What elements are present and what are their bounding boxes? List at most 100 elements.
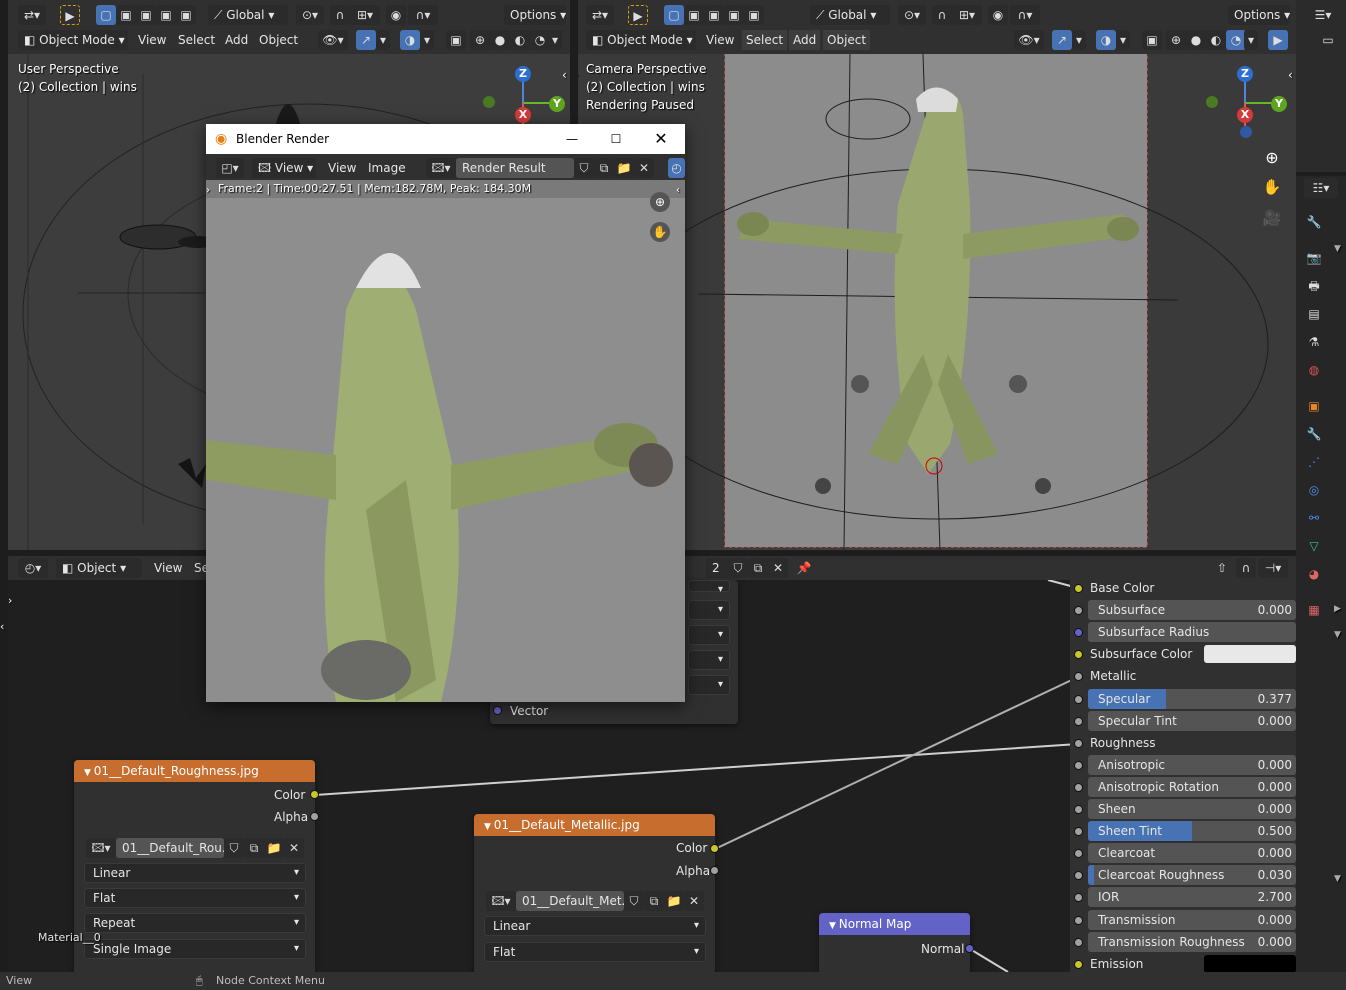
render-fake-user-icon[interactable]: ⛉ [574,158,594,178]
metallic-alpha-socket[interactable] [710,866,719,875]
metallic-unlink-icon[interactable]: ✕ [684,891,704,911]
partial-node-dropdown-3[interactable]: ▾ [688,650,730,670]
image-menu-view[interactable]: View [324,158,360,178]
bsdf-socket-0[interactable] [1074,584,1083,593]
select-mode-new-icon-right[interactable]: ▢ [664,5,684,25]
select-mode-intersect-icon[interactable]: ▣ [176,5,196,25]
pan-hand-icon[interactable]: ✋ [1262,177,1282,197]
snap-icon-right[interactable]: ∩ [932,5,952,25]
bsdf-socket-14[interactable] [1074,893,1083,902]
proportional-edit-icon-right[interactable]: ◉ [988,5,1008,25]
snap-icon[interactable]: ∩ [330,5,350,25]
image-menu-image[interactable]: Image [364,158,410,178]
render-new-image-icon[interactable]: ⧉ [594,158,614,178]
overlay-dropdown-icon-right[interactable]: ▾ [1116,30,1130,50]
bsdf-field-transmission[interactable]: Transmission 0.000 [1088,910,1296,930]
node-toolbar-toggle-icon[interactable]: › [8,592,12,610]
bsdf-field-clearcoat[interactable]: Clearcoat 0.000 [1088,843,1296,863]
metallic-duplicate-icon[interactable]: ⧉ [644,891,664,911]
solid-shading-icon-right[interactable]: ● [1186,30,1206,50]
transform-orientation-dropdown[interactable]: ⟋ Global ▾ [208,5,288,25]
gizmo-dropdown-icon[interactable]: ▾ [376,30,390,50]
bsdf-socket-8[interactable] [1074,761,1083,770]
pivot-point-icon[interactable]: ⊙▾ [296,5,324,25]
render-unlink-icon[interactable]: ✕ [634,158,654,178]
rendered-shading-icon[interactable]: ◔ [530,30,550,50]
roughness-node-header[interactable]: ▼ 01__Default_Roughness.jpg [74,760,315,782]
editor-type-icon-right[interactable]: ⇄▾ [586,5,614,25]
pin-icon[interactable]: 📌 [794,558,814,578]
metallic-color-socket[interactable] [710,844,719,853]
bsdf-socket-7[interactable] [1074,739,1083,748]
bsdf-socket-10[interactable] [1074,805,1083,814]
metallic-fake-user-icon[interactable]: ⛉ [624,891,644,911]
bsdf-socket-16[interactable] [1074,938,1083,947]
gizmo-toggle-icon[interactable]: ↗ [356,30,376,50]
bsdf-field-anisotropic-rotation[interactable]: Anisotropic Rotation 0.000 [1088,777,1296,797]
node-left-toggle-icon[interactable]: ‹ [0,618,4,636]
snapping-icon[interactable]: ∩ [1236,558,1256,578]
bsdf-socket-11[interactable] [1074,827,1083,836]
axis-neg-z-icon-right[interactable] [1240,126,1252,138]
select-mode-extend-icon[interactable]: ▣ [116,5,136,25]
visibility-icon[interactable]: 👁▾ [318,30,348,50]
axis-z-icon-right[interactable]: Z [1237,66,1253,82]
bsdf-socket-2[interactable] [1074,628,1083,637]
options-dropdown-right[interactable]: Options ▾ [1228,5,1290,25]
properties-editor-icon[interactable]: ☷▾ [1304,178,1338,198]
normal-out-socket[interactable] [965,944,974,953]
render-window[interactable]: ◉ Blender Render — ☐ ✕ ◰▾ 🖾 View ▾ View … [206,124,685,702]
roughness-unlink-icon[interactable]: ✕ [284,838,304,858]
roughness-image-browse-icon[interactable]: 🖾▾ [86,838,116,858]
minimize-icon[interactable]: — [562,124,582,154]
roughness-fake-user-icon[interactable]: ⛉ [224,838,244,858]
select-tool-icon[interactable]: ▶ [60,5,80,25]
overlay-dropdown-icon[interactable]: ▾ [420,30,434,50]
bsdf-field-subsurface[interactable]: Subsurface 0.000 [1088,600,1296,620]
camera-view-icon[interactable]: 🎥 [1262,208,1282,228]
view-layer-icon[interactable]: ▤ [1304,304,1324,324]
shading-dropdown-icon-right[interactable]: ▾ [1244,30,1258,50]
bsdf-field-anisotropic[interactable]: Anisotropic 0.000 [1088,755,1296,775]
material-shading-icon-right[interactable]: ◐ [1206,30,1226,50]
editor-type-icon[interactable]: ⇄▾ [18,5,46,25]
bsdf-row-17[interactable]: Emission [1088,954,1296,974]
axis-neg-y-icon-right[interactable] [1206,96,1218,108]
metallic-image-browse-icon[interactable]: 🖾▾ [486,891,516,911]
render-slot-icon[interactable]: ◴ [668,158,685,178]
bsdf-field-clearcoat-roughness[interactable]: Clearcoat Roughness 0.030 [1088,865,1296,885]
bsdf-socket-9[interactable] [1074,783,1083,792]
bsdf-field-transmission-roughness[interactable]: Transmission Roughness 0.000 [1088,932,1296,952]
bsdf-socket-4[interactable] [1074,672,1083,681]
shader-type-dropdown[interactable]: ◧ Object ▾ [56,558,142,578]
node-collapse-icon-3[interactable]: ▼ [829,921,839,931]
bsdf-row-14[interactable]: IOR 2.700 [1088,887,1296,907]
partial-node-dropdown-2[interactable]: ▾ [688,625,730,645]
constraints-icon[interactable]: ⚯ [1304,508,1324,528]
particles-icon[interactable]: ⋰ [1304,452,1324,472]
right-sidebar-toggle-icon[interactable]: ‹ [1288,66,1293,84]
maximize-icon[interactable]: ☐ [606,124,626,154]
snap-element-icon[interactable]: ⊣▾ [1258,558,1288,578]
partial-node-dropdown-4[interactable]: ▾ [688,675,730,695]
bsdf-field-sheen-tint[interactable]: Sheen Tint 0.500 [1088,821,1296,841]
texture-properties-icon[interactable]: ▦ [1304,600,1324,620]
axis-x-icon[interactable]: X [515,107,531,123]
material-properties-icon[interactable]: ◕ [1304,564,1324,584]
bsdf-socket-3[interactable] [1074,650,1083,659]
scene-properties-icon[interactable]: ⚗ [1304,332,1324,352]
xray-icon[interactable]: ▣ [446,30,466,50]
bsdf-socket-13[interactable] [1074,871,1083,880]
visibility-icon-right[interactable]: 👁▾ [1014,30,1044,50]
wireframe-shading-icon-right[interactable]: ⊕ [1166,30,1186,50]
roughness-image-name[interactable]: 01__Default_Rou... [116,838,224,858]
node-collapse-icon[interactable]: ▼ [84,768,94,778]
bsdf-socket-6[interactable] [1074,717,1083,726]
render-open-icon[interactable]: 📁 [614,158,634,178]
gizmo-toggle-icon-right[interactable]: ↗ [1052,30,1072,50]
select-tool-icon-right[interactable]: ▶ [628,5,648,25]
select-mode-new-icon[interactable]: ▢ [96,5,116,25]
properties-expand-icon-2[interactable]: ▶ [1334,600,1341,618]
overlay-toggle-icon-right[interactable]: ◑ [1096,30,1116,50]
bsdf-field-ior[interactable]: IOR 2.700 [1088,887,1296,907]
